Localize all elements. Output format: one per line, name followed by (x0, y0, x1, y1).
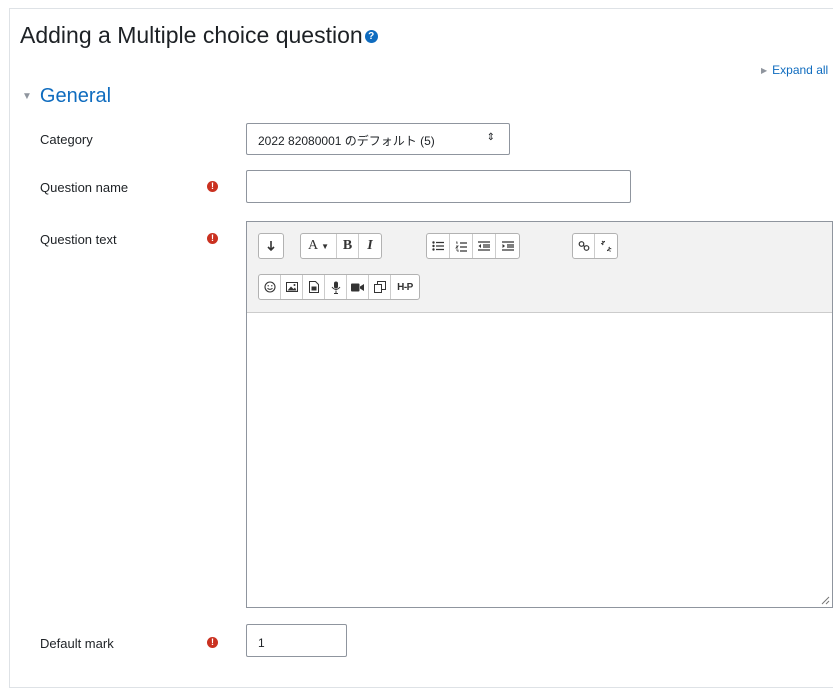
toolbar-group-lists (426, 233, 520, 259)
triangle-right-icon: ▶ (761, 66, 768, 75)
default-mark-label: Default mark (40, 636, 114, 651)
expand-all-link[interactable]: ▶ Expand all (761, 63, 828, 77)
question-text-editor: A ▼ B I H-P (246, 221, 833, 608)
microphone-icon[interactable] (325, 275, 347, 299)
link-icon[interactable] (573, 234, 595, 258)
h5p-icon[interactable]: H-P (391, 275, 419, 299)
emoji-icon[interactable] (259, 275, 281, 299)
category-value: 2022 82080001 のデフォルト (5) (258, 134, 435, 148)
media-icon[interactable] (303, 275, 325, 299)
toolbar-group-links (572, 233, 618, 259)
ordered-list-icon[interactable] (450, 234, 473, 258)
bold-icon[interactable]: B (337, 234, 359, 258)
question-name-label: Question name (40, 180, 129, 195)
unordered-list-icon[interactable] (427, 234, 450, 258)
toolbar-group-style: A ▼ B I (300, 233, 382, 259)
section-general-header[interactable]: ▼ General (22, 85, 111, 108)
help-icon[interactable]: ? (364, 30, 378, 44)
required-icon: ! (207, 181, 218, 192)
italic-icon[interactable]: I (359, 234, 381, 258)
default-mark-value: 1 (258, 636, 265, 650)
image-icon[interactable] (281, 275, 303, 299)
category-select[interactable]: 2022 82080001 のデフォルト (5) ⇕ (246, 123, 510, 155)
font-style-icon[interactable]: A ▼ (301, 234, 337, 258)
outdent-icon[interactable] (473, 234, 496, 258)
question-text-label: Question text (40, 232, 117, 247)
required-icon: ! (207, 233, 218, 244)
question-name-input[interactable] (246, 170, 631, 203)
video-camera-icon[interactable] (347, 275, 369, 299)
resize-handle-icon[interactable] (821, 596, 830, 605)
toolbar-group-media: H-P (258, 274, 420, 300)
expand-all-label: Expand all (772, 63, 829, 77)
manage-files-icon[interactable] (369, 275, 391, 299)
caret-down-icon: ▼ (22, 91, 32, 102)
toolbar-group-collapse (258, 233, 284, 259)
collapse-toolbar-icon[interactable] (259, 234, 283, 258)
default-mark-input[interactable]: 1 (246, 624, 347, 657)
select-arrows-icon: ⇕ (486, 132, 495, 143)
required-icon: ! (207, 637, 218, 648)
category-label: Category (40, 132, 93, 147)
page-title: Adding a Multiple choice question? (20, 22, 378, 49)
unlink-icon[interactable] (595, 234, 617, 258)
indent-icon[interactable] (496, 234, 519, 258)
section-title: General (39, 85, 112, 107)
editor-toolbar: A ▼ B I H-P (247, 222, 832, 313)
